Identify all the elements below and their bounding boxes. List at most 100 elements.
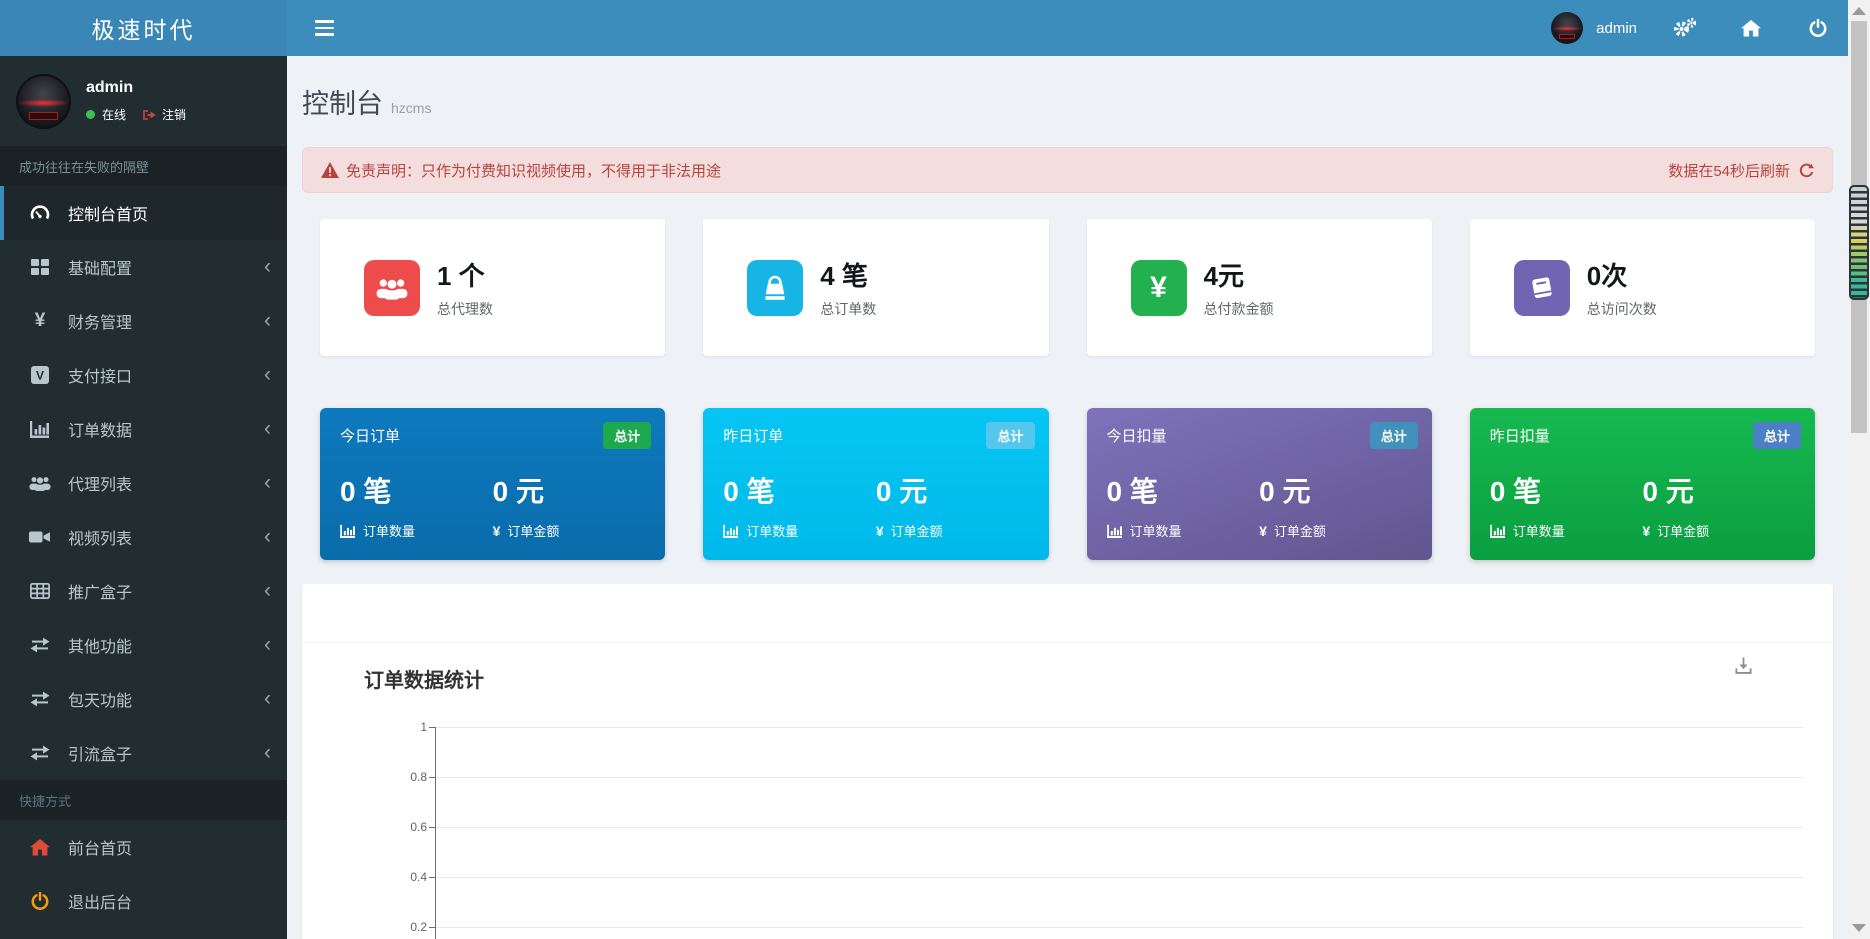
bar-chart-icon [28,420,52,438]
yen-icon [876,523,884,539]
admin-dashboard: 极速时代 admin 在线 注销 [0,0,1870,939]
chevron-left-icon [264,672,271,726]
home-button[interactable] [1731,0,1771,56]
sidebar-item-console-home[interactable]: 控制台首页 [0,186,287,240]
logout-link[interactable]: 注销 [142,106,186,123]
panel-count: 0 笔 [340,470,493,510]
stats-row: 1 个 总代理数 4 笔 总订单数 [320,219,1815,356]
user-name: admin [86,79,186,97]
stat-label: 总付款金额 [1204,299,1274,319]
chevron-left-icon [264,294,271,348]
home-icon [28,839,52,856]
sidebar-item-traffic-box[interactable]: 引流盒子 [0,726,287,780]
gridline [436,827,1803,828]
order-statistics-card: 订单数据统计 1 [302,584,1833,939]
refresh-icon [1799,163,1814,178]
panel-count: 0 笔 [723,470,876,510]
power-icon [1809,19,1827,37]
disclaimer-text: 免责声明：只作为付费知识视频使用，不得用于非法用途 [346,160,721,181]
chevron-left-icon [264,456,271,510]
svg-text:V: V [36,369,44,383]
panel-yesterday-deduction: 昨日扣量 总计 0 笔 订单数量 [1470,408,1815,560]
grid-icon [28,258,52,276]
page-subtitle: hzcms [391,100,431,116]
panel-amount: 0 元 [1259,470,1412,510]
vertical-scrollbar[interactable] [1848,0,1870,939]
panel-today-deduction: 今日扣量 总计 0 笔 订单数量 [1087,408,1432,560]
stat-value: 0次 [1587,256,1657,293]
sidebar-user-panel: admin 在线 注销 [0,56,287,146]
bar-chart-icon [1490,524,1506,538]
panel-amount: 0 元 [876,470,1029,510]
topbar: admin [287,0,1848,56]
sidebar-item-agent-list[interactable]: 代理列表 [0,456,287,510]
stat-label: 总订单数 [820,299,876,319]
sidebar-item-promo-box[interactable]: 推广盒子 [0,564,287,618]
book-icon [1514,260,1570,316]
home-icon [1741,20,1761,37]
settings-button[interactable] [1664,0,1704,56]
chevron-left-icon [264,564,271,618]
y-tick [429,777,435,778]
gridline [436,877,1803,878]
swap-icon [28,637,52,653]
total-badge: 总计 [1370,422,1418,449]
gridline [436,927,1803,928]
logout-button[interactable] [1798,0,1838,56]
warning-triangle-icon [321,162,339,178]
panel-today-orders: 今日订单 总计 0 笔 订单数量 [320,408,665,560]
users-icon [28,475,52,491]
sidebar-item-basic-config[interactable]: 基础配置 [0,240,287,294]
panel-amount: 0 元 [1642,470,1795,510]
sidebar-item-exit-admin[interactable]: 退出后台 [0,874,287,928]
refresh-countdown: 数据在54秒后刷新 [1668,160,1790,181]
y-tick-label: 0.4 [367,870,427,884]
power-icon [28,892,52,910]
bar-chart-icon [1107,524,1123,538]
total-badge: 总计 [986,422,1034,449]
gridline [436,777,1803,778]
sidebar-item-video-list[interactable]: 视频列表 [0,510,287,564]
page-header: 控制台 hzcms [287,56,1848,121]
bar-chart-icon [340,524,356,538]
topbar-username: admin [1596,20,1637,37]
scroll-up-arrow[interactable] [1852,7,1866,15]
swap-icon [28,745,52,761]
sidebar-item-frontend-home[interactable]: 前台首页 [0,820,287,874]
v-square-icon: V [28,366,52,384]
scroll-down-arrow[interactable] [1852,924,1866,932]
avatar [1551,12,1583,44]
page-title: 控制台 [302,89,383,119]
sidebar-item-other-features[interactable]: 其他功能 [0,618,287,672]
gauge-icon [28,204,52,222]
y-tick-label: 0.6 [367,820,427,834]
status-online: 在线 [86,106,126,123]
sidebar-item-order-data[interactable]: 订单数据 [0,402,287,456]
y-tick [429,877,435,878]
chevron-left-icon [264,618,271,672]
yen-icon [1259,523,1267,539]
yen-icon [1131,260,1187,316]
cogs-icon [1672,18,1696,38]
sidebar-toggle-button[interactable] [301,0,347,56]
topbar-user-menu[interactable]: admin [1551,12,1637,44]
swap-icon [28,691,52,707]
sidebar-item-daily-pass[interactable]: 包天功能 [0,672,287,726]
sidebar-item-finance[interactable]: 财务管理 [0,294,287,348]
yen-icon [493,523,501,539]
stat-value: 4元 [1204,256,1274,293]
panel-yesterday-orders: 昨日订单 总计 0 笔 订单数量 [703,408,1048,560]
chevron-left-icon [264,726,271,780]
bar-chart-icon [723,524,739,538]
sidebar: 极速时代 admin 在线 注销 [0,0,287,939]
stat-value: 4 笔 [820,256,876,293]
sidebar-item-payment-api[interactable]: V 支付接口 [0,348,287,402]
sign-out-icon [142,109,156,121]
stat-card-orders: 4 笔 总订单数 [703,219,1048,356]
chevron-left-icon [264,510,271,564]
brand-logo: 极速时代 [0,0,287,56]
stat-card-agents: 1 个 总代理数 [320,219,665,356]
users-icon [364,260,420,316]
sidebar-section-shortcuts: 快捷方式 [0,780,287,820]
yen-icon [28,310,52,332]
